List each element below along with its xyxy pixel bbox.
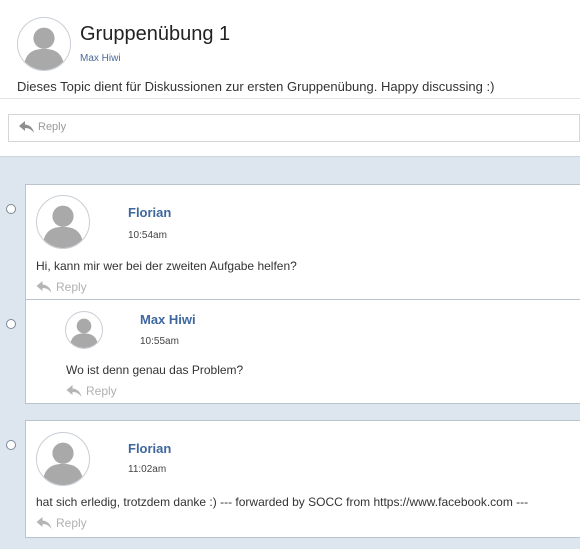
topic-author-avatar: [17, 17, 71, 71]
topic-author-link[interactable]: Max Hiwi: [80, 53, 121, 64]
avatar: [36, 195, 90, 249]
post-1: Florian 10:54am Hi, kann mir wer bei der…: [25, 184, 580, 300]
user-silhouette-icon: [42, 442, 84, 485]
user-silhouette-icon: [23, 27, 65, 70]
reply-arrow-icon: [66, 385, 82, 397]
thread-bullet-icon: [6, 440, 16, 450]
topic-header: Gruppenübung 1 Max Hiwi Dieses Topic die…: [0, 0, 580, 156]
reply-label: Reply: [86, 384, 117, 398]
thread-bullet-icon: [6, 204, 16, 214]
post-3: Florian 11:02am hat sich erledig, trotzd…: [25, 420, 580, 538]
reply-arrow-icon: [36, 517, 52, 529]
topic-reply-bar: Reply: [8, 114, 580, 142]
user-silhouette-icon: [70, 318, 98, 348]
post-timestamp: 10:55am: [140, 336, 179, 347]
reply-label: Reply: [56, 280, 87, 294]
post-timestamp: 11:02am: [128, 464, 167, 475]
reply-arrow-icon: [19, 121, 34, 133]
post-author-link[interactable]: Max Hiwi: [140, 312, 196, 327]
post-author-link[interactable]: Florian: [128, 205, 171, 220]
post-message: hat sich erledig, trotzdem danke :) --- …: [36, 495, 529, 509]
avatar: [65, 311, 103, 349]
post-message: Hi, kann mir wer bei der zweiten Aufgabe…: [36, 259, 297, 273]
thread-bullet-icon: [6, 319, 16, 329]
topic-description: Dieses Topic dient für Diskussionen zur …: [17, 79, 495, 94]
avatar: [36, 432, 90, 486]
topic-reply-button[interactable]: Reply: [19, 121, 66, 133]
reply-label: Reply: [38, 121, 67, 133]
post-message: Wo ist denn genau das Problem?: [66, 363, 244, 377]
post-reply-button[interactable]: Reply: [66, 384, 117, 398]
user-silhouette-icon: [42, 205, 84, 248]
divider: [0, 98, 580, 99]
post-author-link[interactable]: Florian: [128, 441, 171, 456]
reply-label: Reply: [56, 516, 87, 530]
reply-arrow-icon: [36, 281, 52, 293]
post-2: Max Hiwi 10:55am Wo ist denn genau das P…: [25, 299, 580, 404]
post-timestamp: 10:54am: [128, 230, 167, 241]
post-reply-button[interactable]: Reply: [36, 516, 87, 530]
topic-title: Gruppenübung 1: [80, 23, 231, 45]
post-reply-button[interactable]: Reply: [36, 280, 87, 294]
